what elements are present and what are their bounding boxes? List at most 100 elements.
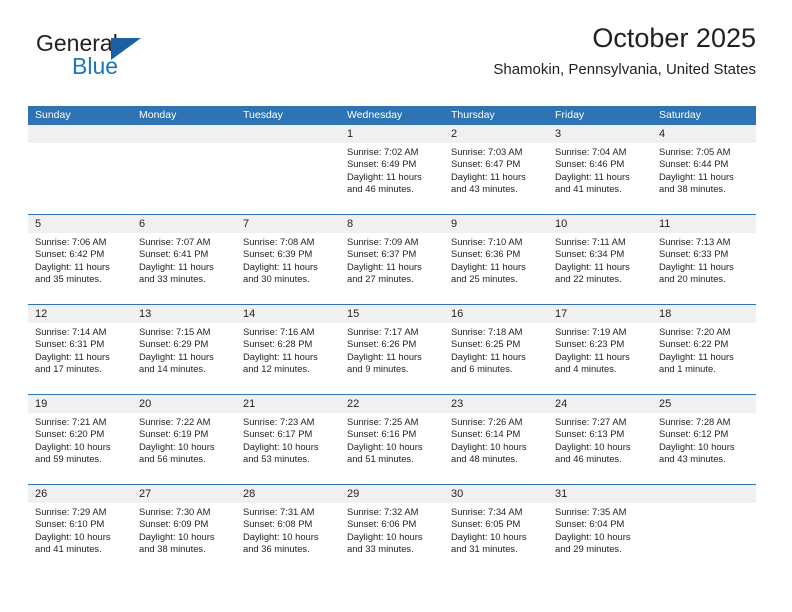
- sunrise-time: Sunrise: 7:23 AM: [243, 416, 315, 427]
- day-details: Sunrise: 7:13 AM Sunset: 6:33 PM Daylight:…: [652, 233, 756, 285]
- day-number: 13: [132, 305, 236, 323]
- day-number: 14: [236, 305, 340, 323]
- weekday-header-monday: Monday: [139, 109, 177, 121]
- day-details: Sunrise: 7:30 AM Sunset: 6:09 PM Daylight:…: [132, 503, 236, 555]
- sunset-time: Sunset: 6:31 PM: [35, 338, 105, 350]
- day-cell[interactable]: 26 Sunrise: 7:29 AM Sunset: 6:10 PM Dayligh…: [28, 485, 132, 574]
- day-number: 17: [548, 305, 652, 323]
- day-cell[interactable]: 2 Sunrise: 7:03 AM Sunset: 6:47 PM Daylight…: [444, 125, 548, 214]
- day-cell[interactable]: 11 Sunrise: 7:13 AM Sunset: 6:33 PM Dayligh…: [652, 215, 756, 304]
- day-details: Sunrise: 7:21 AM Sunset: 6:20 PM Daylight:…: [28, 413, 132, 465]
- daylight-duration: Daylight: 10 hours and 31 minutes.: [451, 530, 527, 554]
- day-cell[interactable]: 5 Sunrise: 7:06 AM Sunset: 6:42 PM Daylight…: [28, 215, 132, 304]
- day-number: 4: [652, 125, 756, 143]
- day-cell[interactable]: 28 Sunrise: 7:31 AM Sunset: 6:08 PM Dayligh…: [236, 485, 340, 574]
- sunrise-time: Sunrise: 7:35 AM: [555, 506, 627, 517]
- daylight-duration: Daylight: 11 hours and 43 minutes.: [451, 170, 526, 194]
- sunrise-time: Sunrise: 7:06 AM: [35, 236, 107, 247]
- sunset-time: Sunset: 6:34 PM: [555, 248, 625, 260]
- sunrise-time: Sunrise: 7:11 AM: [555, 236, 626, 247]
- general-blue-logo[interactable]: General Blue: [36, 30, 216, 88]
- day-cell[interactable]: 16 Sunrise: 7:18 AM Sunset: 6:25 PM Dayligh…: [444, 305, 548, 394]
- calendar-week-row: 12 Sunrise: 7:14 AM Sunset: 6:31 PM Dayligh…: [28, 304, 756, 394]
- day-number: 2: [444, 125, 548, 143]
- sunset-time: Sunset: 6:37 PM: [347, 248, 417, 260]
- sunset-time: Sunset: 6:10 PM: [35, 518, 105, 530]
- sunrise-time: Sunrise: 7:28 AM: [659, 416, 731, 427]
- sunrise-time: Sunrise: 7:03 AM: [451, 146, 523, 157]
- sunrise-time: Sunrise: 7:30 AM: [139, 506, 211, 517]
- day-cell[interactable]: 31 Sunrise: 7:35 AM Sunset: 6:04 PM Dayligh…: [548, 485, 652, 574]
- day-cell[interactable]: 24 Sunrise: 7:27 AM Sunset: 6:13 PM Dayligh…: [548, 395, 652, 484]
- day-details: Sunrise: 7:05 AM Sunset: 6:44 PM Daylight:…: [652, 143, 756, 195]
- day-cell[interactable]: 3 Sunrise: 7:04 AM Sunset: 6:46 PM Daylight…: [548, 125, 652, 214]
- day-cell[interactable]: 25 Sunrise: 7:28 AM Sunset: 6:12 PM Dayligh…: [652, 395, 756, 484]
- calendar-grid: Sunday Monday Tuesday Wednesday Thursday Frid…: [28, 106, 756, 574]
- day-cell[interactable]: 23 Sunrise: 7:26 AM Sunset: 6:14 PM Dayligh…: [444, 395, 548, 484]
- day-cell[interactable]: 18 Sunrise: 7:20 AM Sunset: 6:22 PM Dayligh…: [652, 305, 756, 394]
- day-details: Sunrise: 7:06 AM Sunset: 6:42 PM Daylight:…: [28, 233, 132, 285]
- daylight-duration: Daylight: 11 hours and 35 minutes.: [35, 260, 110, 284]
- calendar-weeks: 1 Sunrise: 7:02 AM Sunset: 6:49 PM Daylight…: [28, 125, 756, 574]
- sunrise-time: Sunrise: 7:29 AM: [35, 506, 107, 517]
- daylight-duration: Daylight: 11 hours and 25 minutes.: [451, 260, 526, 284]
- sunrise-time: Sunrise: 7:25 AM: [347, 416, 419, 427]
- day-cell[interactable]: 19 Sunrise: 7:21 AM Sunset: 6:20 PM Dayligh…: [28, 395, 132, 484]
- day-details: Sunrise: 7:08 AM Sunset: 6:39 PM Daylight:…: [236, 233, 340, 285]
- calendar-page: General Blue October 2025 Shamokin, Penn…: [0, 0, 792, 612]
- day-cell[interactable]: 21 Sunrise: 7:23 AM Sunset: 6:17 PM Dayligh…: [236, 395, 340, 484]
- day-number: 5: [28, 215, 132, 233]
- daylight-duration: Daylight: 11 hours and 14 minutes.: [139, 350, 214, 374]
- day-details: Sunrise: 7:14 AM Sunset: 6:31 PM Daylight:…: [28, 323, 132, 375]
- daylight-duration: Daylight: 10 hours and 38 minutes.: [139, 530, 215, 554]
- weekday-header-thursday: Thursday: [451, 109, 495, 121]
- daylight-duration: Daylight: 11 hours and 30 minutes.: [243, 260, 318, 284]
- day-number: 30: [444, 485, 548, 503]
- day-number: 15: [340, 305, 444, 323]
- sunrise-time: Sunrise: 7:22 AM: [139, 416, 211, 427]
- day-details: Sunrise: 7:32 AM Sunset: 6:06 PM Daylight:…: [340, 503, 444, 555]
- daylight-duration: Daylight: 11 hours and 6 minutes.: [451, 350, 526, 374]
- sunset-time: Sunset: 6:39 PM: [243, 248, 313, 260]
- day-cell[interactable]: 8 Sunrise: 7:09 AM Sunset: 6:37 PM Daylight…: [340, 215, 444, 304]
- weekday-header-tuesday: Tuesday: [243, 109, 283, 121]
- daylight-duration: Daylight: 10 hours and 43 minutes.: [659, 440, 735, 464]
- sunset-time: Sunset: 6:44 PM: [659, 158, 729, 170]
- day-cell[interactable]: 4 Sunrise: 7:05 AM Sunset: 6:44 PM Daylight…: [652, 125, 756, 214]
- day-details: Sunrise: 7:02 AM Sunset: 6:49 PM Daylight:…: [340, 143, 444, 195]
- day-cell[interactable]: 17 Sunrise: 7:19 AM Sunset: 6:23 PM Dayligh…: [548, 305, 652, 394]
- day-cell[interactable]: 1 Sunrise: 7:02 AM Sunset: 6:49 PM Daylight…: [340, 125, 444, 214]
- sunrise-time: Sunrise: 7:17 AM: [347, 326, 419, 337]
- day-details: Sunrise: 7:19 AM Sunset: 6:23 PM Daylight:…: [548, 323, 652, 375]
- day-cell[interactable]: 20 Sunrise: 7:22 AM Sunset: 6:19 PM Dayligh…: [132, 395, 236, 484]
- day-cell[interactable]: 22 Sunrise: 7:25 AM Sunset: 6:16 PM Dayligh…: [340, 395, 444, 484]
- day-number: 26: [28, 485, 132, 503]
- day-cell[interactable]: 27 Sunrise: 7:30 AM Sunset: 6:09 PM Dayligh…: [132, 485, 236, 574]
- day-number: 12: [28, 305, 132, 323]
- sunset-time: Sunset: 6:09 PM: [139, 518, 209, 530]
- day-cell[interactable]: 14 Sunrise: 7:16 AM Sunset: 6:28 PM Dayligh…: [236, 305, 340, 394]
- day-number: 9: [444, 215, 548, 233]
- day-number: 3: [548, 125, 652, 143]
- day-cell[interactable]: 30 Sunrise: 7:34 AM Sunset: 6:05 PM Dayligh…: [444, 485, 548, 574]
- day-cell-empty: [132, 125, 236, 214]
- day-cell[interactable]: 12 Sunrise: 7:14 AM Sunset: 6:31 PM Dayligh…: [28, 305, 132, 394]
- day-cell[interactable]: 6 Sunrise: 7:07 AM Sunset: 6:41 PM Daylight…: [132, 215, 236, 304]
- day-cell[interactable]: 9 Sunrise: 7:10 AM Sunset: 6:36 PM Daylight…: [444, 215, 548, 304]
- sunset-time: Sunset: 6:13 PM: [555, 428, 625, 440]
- sunset-time: Sunset: 6:25 PM: [451, 338, 521, 350]
- daylight-duration: Daylight: 10 hours and 48 minutes.: [451, 440, 527, 464]
- sunset-time: Sunset: 6:14 PM: [451, 428, 521, 440]
- sunrise-time: Sunrise: 7:02 AM: [347, 146, 419, 157]
- sunset-time: Sunset: 6:05 PM: [451, 518, 521, 530]
- day-cell[interactable]: 29 Sunrise: 7:32 AM Sunset: 6:06 PM Dayligh…: [340, 485, 444, 574]
- sunset-time: Sunset: 6:08 PM: [243, 518, 313, 530]
- day-cell[interactable]: 10 Sunrise: 7:11 AM Sunset: 6:34 PM Dayligh…: [548, 215, 652, 304]
- day-details: Sunrise: 7:20 AM Sunset: 6:22 PM Daylight:…: [652, 323, 756, 375]
- day-cell[interactable]: 15 Sunrise: 7:17 AM Sunset: 6:26 PM Dayligh…: [340, 305, 444, 394]
- sunset-time: Sunset: 6:42 PM: [35, 248, 105, 260]
- day-cell[interactable]: 13 Sunrise: 7:15 AM Sunset: 6:29 PM Dayligh…: [132, 305, 236, 394]
- daylight-duration: Daylight: 11 hours and 12 minutes.: [243, 350, 318, 374]
- day-cell[interactable]: 7 Sunrise: 7:08 AM Sunset: 6:39 PM Daylight…: [236, 215, 340, 304]
- day-details: Sunrise: 7:16 AM Sunset: 6:28 PM Daylight:…: [236, 323, 340, 375]
